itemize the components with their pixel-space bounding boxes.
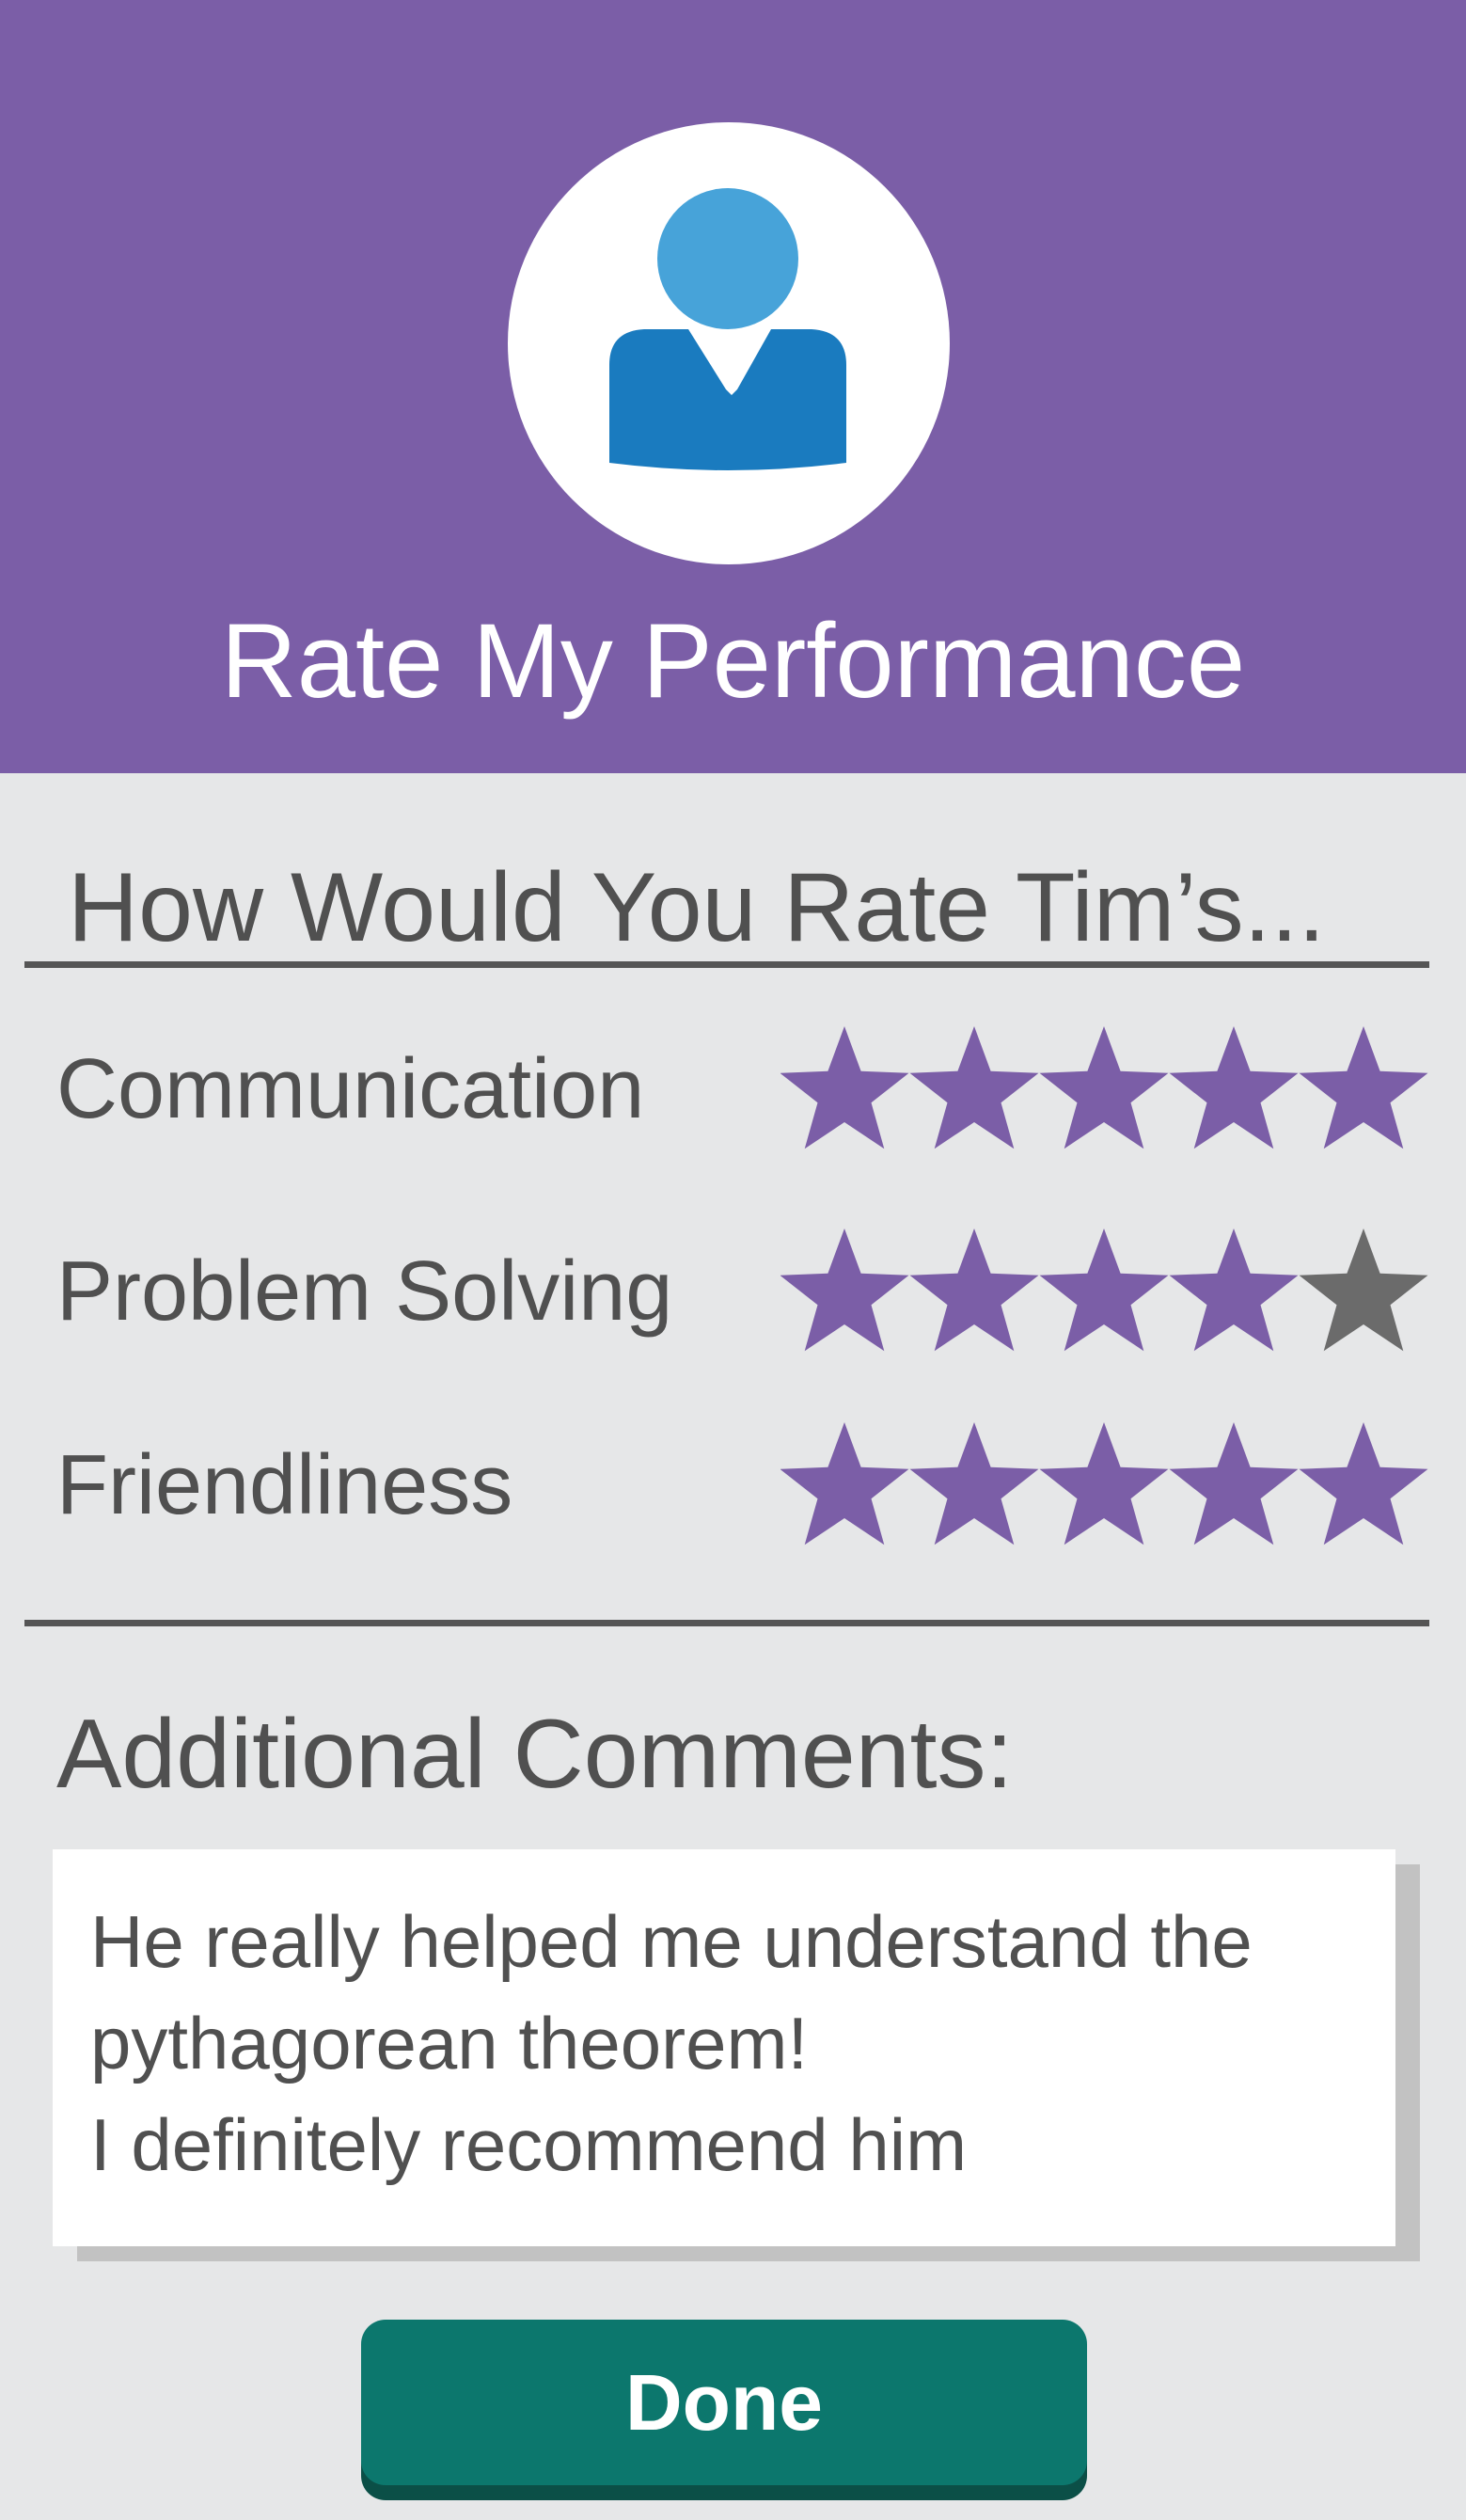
rating-screen: Rate My Performance How Would You Rate T… — [0, 0, 1466, 2520]
comment-line: He really helped me understand the — [90, 1900, 1253, 1983]
star-icon-filled[interactable] — [1169, 1422, 1299, 1545]
star-icon-filled[interactable] — [1299, 1026, 1428, 1149]
star-icon-filled[interactable] — [780, 1228, 909, 1352]
star-icon-filled[interactable] — [1039, 1228, 1169, 1352]
star-icon-filled[interactable] — [1039, 1422, 1169, 1545]
rating-label: Problem Solving — [56, 1244, 673, 1339]
page-title: Rate My Performance — [220, 602, 1246, 720]
comment-line: I definitely recommend him — [90, 2103, 968, 2186]
star-icon-filled[interactable] — [1169, 1026, 1299, 1149]
rating-question: How Would You Rate Tim’s... — [68, 853, 1326, 962]
rating-row-friendliness: Friendliness — [56, 1415, 1439, 1556]
avatar — [508, 122, 950, 564]
star-icon-filled[interactable] — [909, 1026, 1039, 1149]
divider — [24, 961, 1429, 968]
star-rating-communication[interactable] — [780, 1019, 1458, 1160]
rating-label: Communication — [56, 1042, 645, 1136]
star-icon-filled[interactable] — [780, 1026, 909, 1149]
star-rating-problem-solving[interactable] — [780, 1221, 1458, 1362]
rating-row-problem-solving: Problem Solving — [56, 1221, 1439, 1362]
comments-textarea[interactable]: He really helped me understand the pytha… — [53, 1849, 1395, 2246]
done-button[interactable]: Done — [361, 2320, 1087, 2485]
divider — [24, 1620, 1429, 1626]
comments-heading: Additional Comments: — [56, 1700, 1014, 1809]
star-icon-filled[interactable] — [780, 1422, 909, 1545]
rating-row-communication: Communication — [56, 1019, 1439, 1160]
star-icon-filled[interactable] — [1169, 1228, 1299, 1352]
star-icon-filled[interactable] — [1299, 1422, 1428, 1545]
star-icon-empty[interactable] — [1299, 1228, 1428, 1352]
user-avatar-icon — [609, 188, 846, 470]
star-icon-filled[interactable] — [909, 1422, 1039, 1545]
comment-line: pythagorean theorem! — [90, 2002, 809, 2084]
star-rating-friendliness[interactable] — [780, 1415, 1458, 1556]
rating-label: Friendliness — [56, 1438, 513, 1532]
star-icon-filled[interactable] — [1039, 1026, 1169, 1149]
star-icon-filled[interactable] — [909, 1228, 1039, 1352]
header: Rate My Performance — [0, 0, 1466, 773]
